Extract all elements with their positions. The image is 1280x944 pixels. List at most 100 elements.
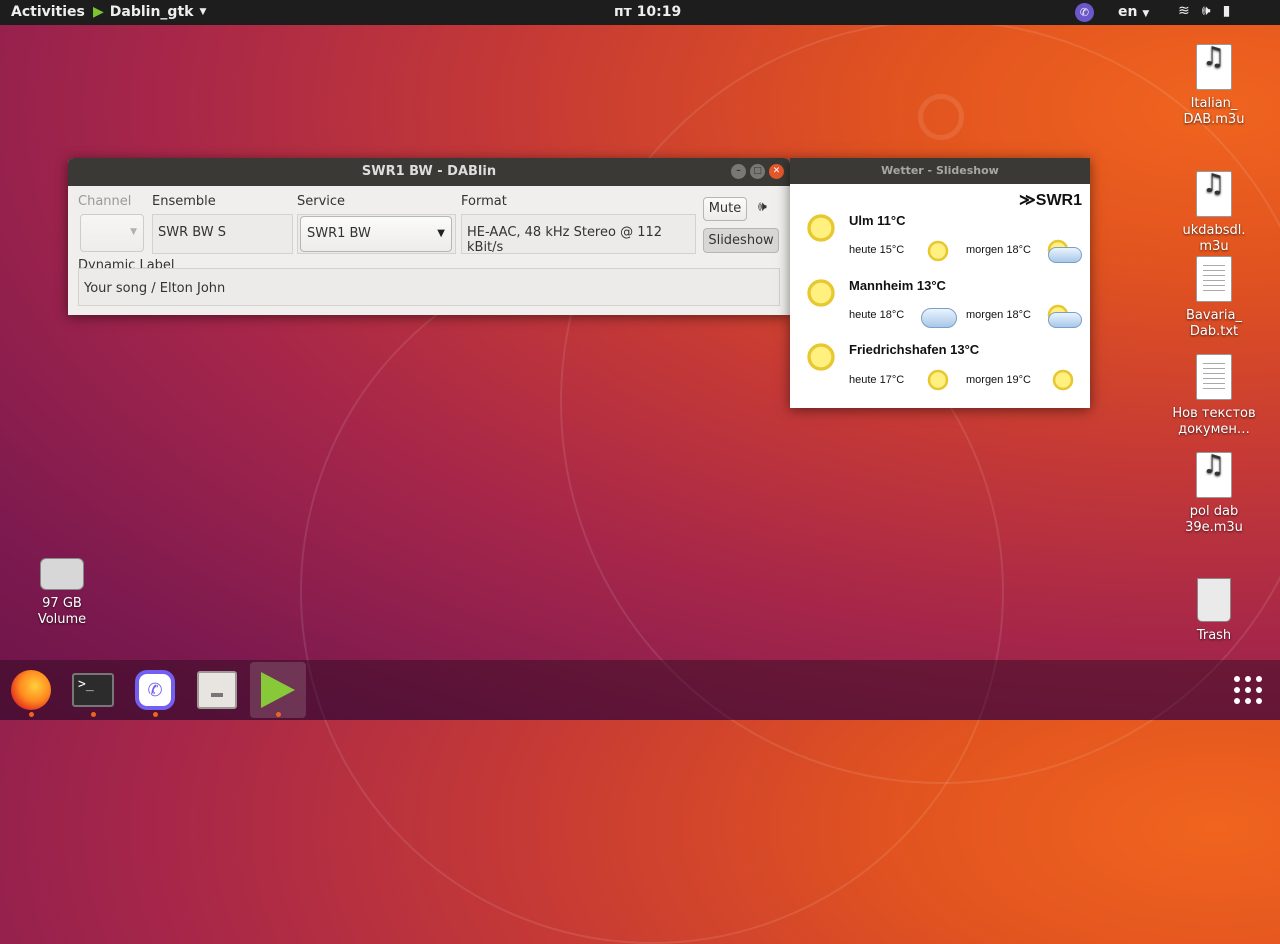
- desktop-icon-pol-dab[interactable]: pol dab 39e.m3u: [1169, 452, 1259, 536]
- channel-select[interactable]: ▼: [80, 214, 144, 252]
- app-menu[interactable]: ▶ Dablin_gtk ▼: [93, 4, 206, 20]
- mute-button[interactable]: Mute: [703, 197, 747, 221]
- desktop-icon-label: Нов текстов докумен…: [1172, 406, 1256, 437]
- window-controls: – □ ✕: [731, 164, 784, 179]
- close-icon[interactable]: ✕: [769, 164, 784, 179]
- running-indicator: [276, 712, 281, 717]
- chevron-down-icon: ▼: [199, 7, 207, 17]
- desktop-icon-label: 97 GB Volume: [37, 596, 87, 627]
- service-select-value: SWR1 BW: [307, 226, 371, 241]
- today-temp: heute 15°C: [849, 244, 905, 256]
- slideshow-toggle[interactable]: Slideshow: [703, 228, 779, 253]
- desktop-icon-label: ukdabsdl. m3u: [1182, 223, 1246, 254]
- desktop-icon-label: Bavaria_ Dab.txt: [1186, 308, 1242, 339]
- running-indicator: [29, 712, 34, 717]
- clock[interactable]: пт 10:19: [614, 4, 681, 20]
- cloud-icon: [921, 308, 957, 328]
- activities-button[interactable]: Activities: [11, 4, 85, 20]
- text-file-icon: [1196, 354, 1232, 400]
- dock-files[interactable]: [189, 662, 245, 718]
- desktop-icon-trash[interactable]: Trash: [1169, 578, 1259, 644]
- running-indicator: [153, 712, 158, 717]
- slideshow-title: Wetter - Slideshow: [881, 164, 999, 177]
- desktop-icon-label: pol dab 39e.m3u: [1185, 504, 1243, 535]
- desktop-icon-new-text-doc[interactable]: Нов текстов докумен…: [1169, 354, 1259, 438]
- show-applications-icon[interactable]: [1230, 672, 1266, 708]
- app-menu-label: Dablin_gtk: [109, 4, 194, 20]
- today-temp: heute 17°C: [849, 374, 905, 386]
- channel-label: Channel: [78, 194, 132, 209]
- sun-icon: [1051, 368, 1075, 392]
- ensemble-value: SWR BW S: [158, 225, 226, 240]
- tomorrow-temp: morgen 18°C: [966, 244, 1031, 256]
- desktop-icon-label: Italian_ DAB.m3u: [1183, 96, 1245, 127]
- channel-group: Channel ▼: [78, 194, 148, 256]
- service-label: Service: [297, 194, 346, 209]
- running-indicator: [91, 712, 96, 717]
- chevron-down-icon: ▼: [1142, 9, 1150, 19]
- desktop-icon-italian-dab[interactable]: Italian_ DAB.m3u: [1169, 44, 1259, 128]
- sun-icon: [805, 277, 837, 309]
- city-name: Friedrichshafen 13°C: [849, 342, 980, 357]
- ensemble-group: Ensemble SWR BW S: [152, 194, 294, 256]
- text-file-icon: [1196, 256, 1232, 302]
- today-temp: heute 18°C: [849, 309, 905, 321]
- battery-icon: ▮: [1222, 3, 1231, 19]
- language-indicator[interactable]: en ▼: [1118, 4, 1149, 20]
- dock-firefox[interactable]: [3, 662, 59, 718]
- tomorrow-temp: morgen 18°C: [966, 309, 1031, 321]
- viber-tray-icon[interactable]: ✆: [1075, 3, 1094, 22]
- format-value: HE-AAC, 48 kHz Stereo @ 112 kBit/s: [467, 225, 663, 255]
- desktop-icon-label: Trash: [1196, 628, 1232, 643]
- audio-file-icon: [1196, 44, 1232, 90]
- terminal-icon: >_: [72, 673, 114, 707]
- sun-icon: [805, 212, 837, 244]
- chevron-down-icon: ▼: [130, 227, 137, 237]
- desktop-icon-bavaria-dab[interactable]: Bavaria_ Dab.txt: [1169, 256, 1259, 340]
- wifi-icon: ≋: [1178, 3, 1190, 19]
- chevron-down-icon: ▼: [437, 228, 445, 239]
- sun-icon: [926, 368, 950, 392]
- dynamic-label-value: Your song / Elton John: [84, 281, 226, 296]
- audio-file-icon: [1196, 452, 1232, 498]
- viber-icon: ✆: [135, 670, 175, 710]
- sun-icon: [805, 341, 837, 373]
- ensemble-label: Ensemble: [152, 194, 216, 209]
- top-bar: Activities ▶ Dablin_gtk ▼ пт 10:19 ✆ en …: [0, 0, 1280, 25]
- service-select[interactable]: SWR1 BW ▼: [300, 216, 452, 252]
- dock-viber[interactable]: ✆: [127, 662, 183, 718]
- maximize-icon[interactable]: □: [750, 164, 765, 179]
- volume-icon: 🕪: [1201, 3, 1211, 19]
- cloud-icon: [1048, 247, 1082, 263]
- dock-dablin[interactable]: [250, 662, 306, 718]
- desktop-icon-volume[interactable]: 97 GB Volume: [17, 558, 107, 628]
- service-group: Service SWR1 BW ▼: [297, 194, 457, 256]
- cloud-icon: [1048, 312, 1082, 328]
- swr1-logo: ≫SWR1: [1019, 192, 1082, 209]
- window-titlebar[interactable]: SWR1 BW - DABlin – □ ✕: [68, 158, 790, 186]
- play-icon: ▶: [93, 4, 104, 20]
- format-group: Format HE-AAC, 48 kHz Stereo @ 112 kBit/…: [461, 194, 697, 256]
- system-menu[interactable]: ≋ 🕪 ▮: [1178, 3, 1230, 19]
- dock-terminal[interactable]: >_: [65, 662, 121, 718]
- slideshow-toggle-label: Slideshow: [708, 233, 774, 248]
- files-icon: [197, 671, 237, 709]
- trash-icon: [1197, 578, 1231, 622]
- dynamic-label-group: Dynamic Label Your song / Elton John: [78, 258, 780, 306]
- slideshow-titlebar[interactable]: Wetter - Slideshow: [790, 158, 1090, 184]
- dablin-window: SWR1 BW - DABlin – □ ✕ Channel ▼ Ensembl…: [68, 158, 790, 315]
- wallpaper-ring: [918, 94, 964, 140]
- sun-icon: [926, 239, 950, 263]
- slideshow-window: Wetter - Slideshow ≫SWR1 Ulm 11°C heute …: [790, 158, 1090, 408]
- speaker-icon: 🕪: [758, 199, 767, 215]
- desktop-icon-ukdabsdl[interactable]: ukdabsdl. m3u: [1169, 171, 1259, 255]
- play-icon: [261, 672, 295, 708]
- city-name: Mannheim 13°C: [849, 278, 946, 293]
- tomorrow-temp: morgen 19°C: [966, 374, 1031, 386]
- minimize-icon[interactable]: –: [731, 164, 746, 179]
- audio-file-icon: [1196, 171, 1232, 217]
- format-label: Format: [461, 194, 507, 209]
- window-title: SWR1 BW - DABlin: [361, 164, 497, 179]
- mute-button-label: Mute: [708, 201, 742, 216]
- firefox-icon: [11, 670, 51, 710]
